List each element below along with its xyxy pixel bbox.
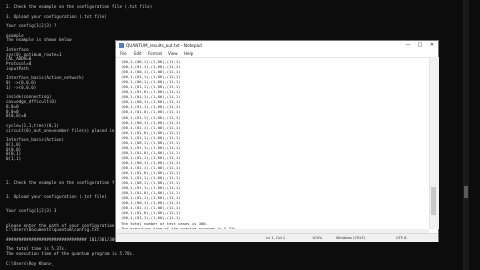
status-position: Ln 1, Col 1 [266, 236, 286, 240]
menu-edit[interactable]: Edit [134, 50, 142, 57]
console-line: The execution time of the quantum progra… [6, 251, 135, 256]
menu-view[interactable]: View [168, 50, 178, 57]
console-line: 0(0,0)=0 [6, 113, 27, 119]
window-title: QUANTUM_results_out.txt - Notepad [126, 43, 202, 48]
status-bar: Ln 1, Col 1 100% Windows (CRLF) UTF-8 [116, 233, 438, 242]
status-zoom: 100% [312, 236, 323, 240]
console-line: C:\Users\Documents\quantum\config.txt [6, 227, 100, 233]
notepad-scroll-thumb[interactable] [431, 187, 436, 215]
maximize-button[interactable]: □ [414, 41, 426, 50]
notepad-titlebar[interactable]: QUANTUM_results_out.txt - Notepad — □ ✕ [116, 41, 438, 50]
status-encoding: UTF-8 [396, 236, 407, 240]
console-line: 3. Upload your configuration (.txt file) [6, 13, 107, 19]
console-scrollbar[interactable] [463, 0, 469, 270]
console-scroll-thumb[interactable] [464, 186, 468, 198]
status-line-ending: Windows (CRLF) [336, 236, 366, 240]
close-button[interactable]: ✕ [426, 41, 438, 50]
notepad-window: QUANTUM_results_out.txt - Notepad — □ ✕ … [116, 41, 439, 242]
menu-format[interactable]: Format [148, 50, 162, 57]
minimize-button[interactable]: — [402, 41, 414, 50]
menu-bar: File Edit Format View Help [116, 50, 438, 58]
menu-help[interactable]: Help [184, 50, 193, 57]
console-line: C:\Users\Roy Khan>_ [6, 260, 54, 266]
console-line: inputPath [6, 65, 29, 71]
console-line: ################################ 101/301… [6, 236, 117, 242]
console-line: 2. Check the example on the configuratio… [6, 4, 153, 9]
console-line: 3. Upload your configuration (.txt file) [6, 194, 107, 199]
menu-file[interactable]: File [120, 50, 127, 57]
console-line: Your config(1|2|3) 3 [6, 208, 57, 214]
console-line: 0(1,1) [6, 156, 22, 161]
notepad-app-icon [119, 43, 124, 48]
console-line: 1) ->(0,0,0) [6, 84, 37, 90]
console-line: The example is shown below [6, 37, 72, 43]
notepad-text-area[interactable]: (00,1,(00,1),(1,00),(11,1) (00,1,(01,1),(… [121, 59, 416, 229]
console-line: Your config(1|2|3) ? [6, 23, 57, 28]
